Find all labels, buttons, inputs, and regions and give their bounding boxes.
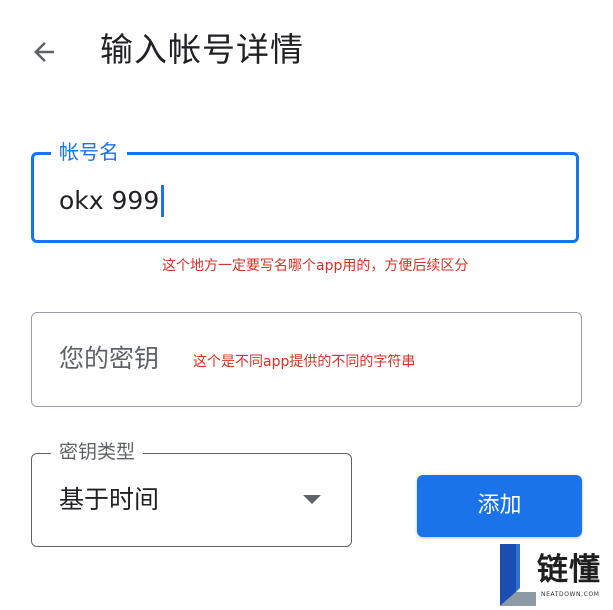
watermark-text: 链懂: [537, 552, 601, 588]
key-type-selected-value: 基于时间: [59, 485, 160, 514]
secret-key-note: 这个是不同app提供的不同的字符串: [193, 354, 416, 370]
account-name-field[interactable]: 帐号名 okx 999: [31, 140, 579, 243]
account-name-value: okx 999: [59, 186, 160, 215]
secret-key-field[interactable]: 您的密钥 这个是不同app提供的不同的字符串: [31, 312, 582, 407]
secret-key-placeholder: 您的密钥: [59, 344, 160, 373]
page-title: 输入帐号详情: [100, 30, 304, 69]
text-cursor: [161, 185, 165, 217]
account-name-label: 帐号名: [51, 140, 127, 164]
watermark-logo: 链懂 NEATDOWN.COM: [496, 540, 613, 610]
logo-l-icon: [500, 544, 536, 606]
app-header: 输入帐号详情: [0, 0, 613, 100]
key-type-dropdown[interactable]: 密钥类型 基于时间: [31, 440, 352, 547]
add-button[interactable]: 添加: [417, 475, 582, 537]
back-button[interactable]: [22, 30, 66, 74]
account-name-note: 这个地方一定要写名哪个app用的，方便后续区分: [162, 258, 469, 274]
watermark-subtext: NEATDOWN.COM: [541, 591, 600, 598]
key-type-label: 密钥类型: [51, 440, 144, 464]
account-name-input[interactable]: okx 999: [59, 181, 165, 221]
dropdown-arrow-icon: [303, 495, 321, 504]
arrow-left-icon: [34, 42, 54, 62]
